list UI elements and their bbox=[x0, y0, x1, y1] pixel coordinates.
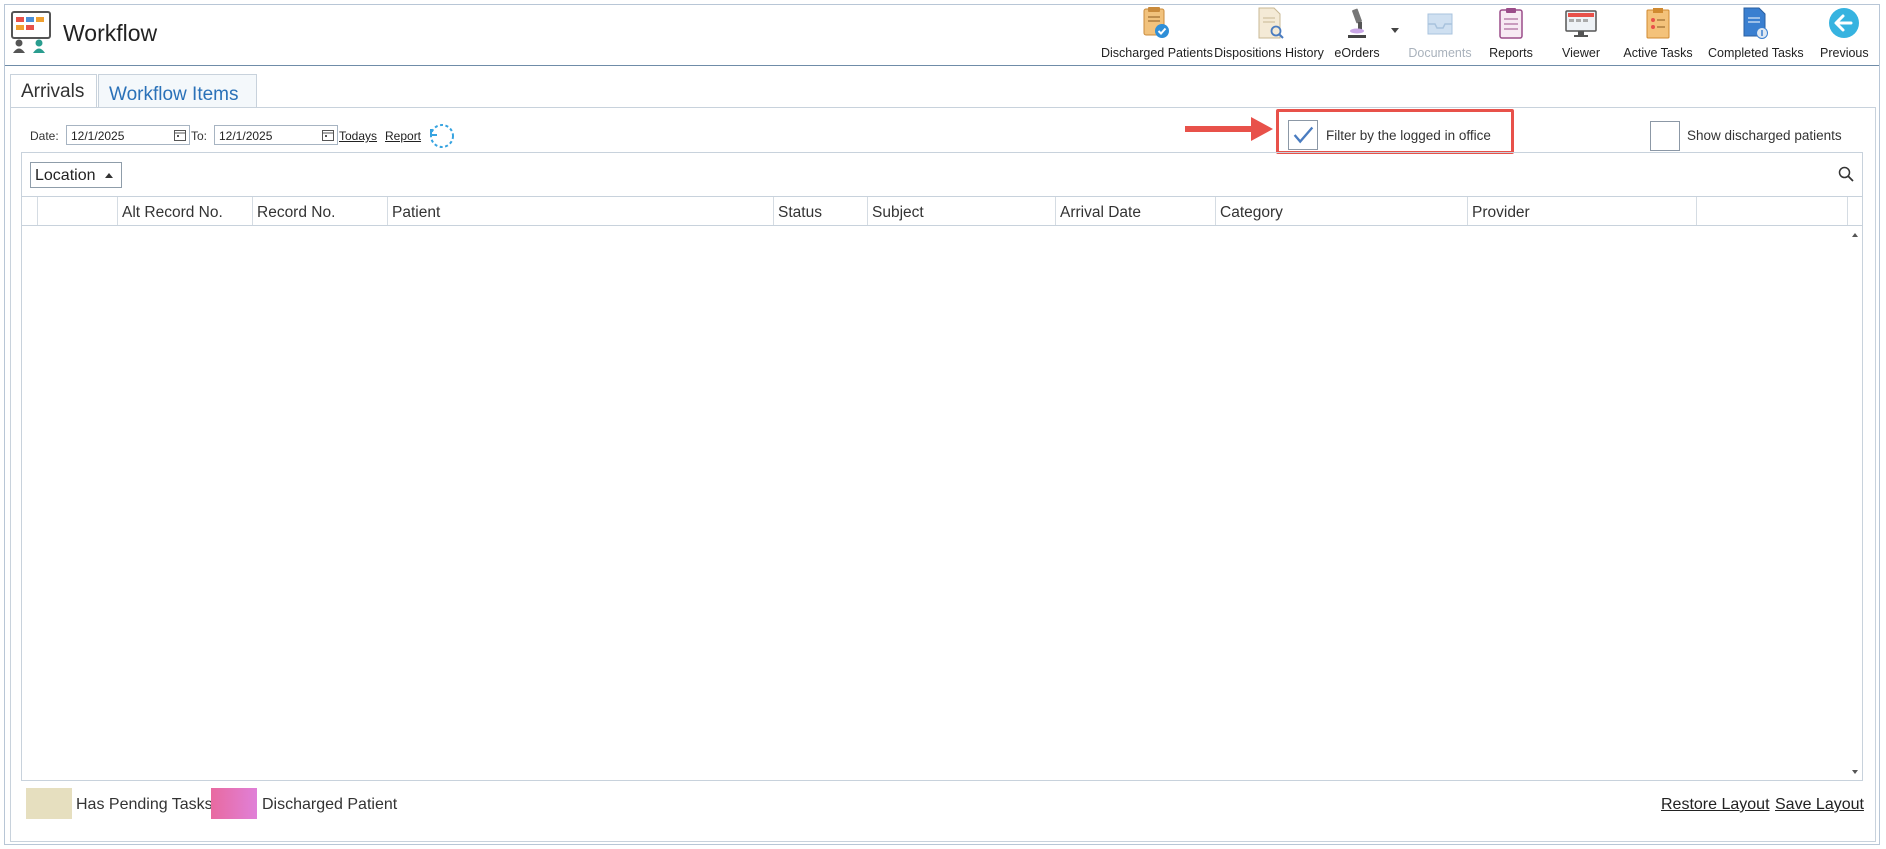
dispositions-history-button[interactable]: Dispositions History bbox=[1212, 6, 1326, 62]
dispositions-history-icon bbox=[1258, 7, 1284, 39]
calendar-icon[interactable] bbox=[322, 129, 334, 141]
checkmark-icon bbox=[1293, 126, 1314, 144]
column-header-subject[interactable]: Subject bbox=[868, 197, 1056, 225]
back-arrow-icon bbox=[1829, 8, 1859, 38]
column-header-arrival-date[interactable]: Arrival Date bbox=[1056, 197, 1216, 225]
arrivals-grid: Alt Record No. Record No. Patient Status… bbox=[21, 196, 1863, 781]
documents-tray-icon bbox=[1427, 13, 1453, 35]
scroll-up-icon[interactable] bbox=[1852, 233, 1858, 237]
monitor-icon bbox=[1565, 10, 1597, 37]
active-tasks-label: Active Tasks bbox=[1623, 46, 1693, 60]
show-discharged-checkbox[interactable] bbox=[1650, 121, 1680, 151]
eorders-label: eOrders bbox=[1334, 46, 1380, 60]
calendar-icon[interactable] bbox=[174, 129, 186, 141]
column-header-patient[interactable]: Patient bbox=[388, 197, 774, 225]
completed-tasks-icon bbox=[1743, 7, 1768, 39]
eorders-button[interactable]: eOrders bbox=[1330, 6, 1384, 62]
to-label: To: bbox=[191, 129, 208, 143]
discharged-patient-legend-label: Discharged Patient bbox=[262, 796, 398, 813]
grid-vertical-scrollbar[interactable] bbox=[1848, 225, 1862, 780]
previous-label: Previous bbox=[1820, 46, 1869, 60]
eorders-dropdown-chevron-icon[interactable] bbox=[1391, 28, 1399, 33]
column-header-category[interactable]: Category bbox=[1216, 197, 1468, 225]
grid-indicator-column bbox=[22, 197, 38, 225]
scroll-down-icon[interactable] bbox=[1852, 770, 1858, 774]
date-to-value: 12/1/2025 bbox=[219, 129, 273, 143]
pending-tasks-swatch bbox=[26, 788, 72, 819]
sort-up-icon bbox=[105, 173, 113, 178]
active-tasks-button[interactable]: Active Tasks bbox=[1623, 6, 1693, 62]
column-header-record-no[interactable]: Record No. bbox=[253, 197, 388, 225]
filter-office-label: Filter by the logged in office bbox=[1326, 128, 1491, 143]
refresh-icon[interactable] bbox=[428, 122, 456, 150]
restore-layout-link[interactable]: Restore Layout bbox=[1661, 796, 1770, 814]
dispositions-history-label: Dispositions History bbox=[1214, 46, 1324, 60]
column-header-extra bbox=[1697, 197, 1848, 225]
pending-tasks-legend-label: Has Pending Tasks bbox=[76, 796, 213, 813]
column-header-status[interactable]: Status bbox=[774, 197, 868, 225]
documents-button: Documents bbox=[1404, 6, 1476, 62]
column-header-provider[interactable]: Provider bbox=[1468, 197, 1697, 225]
location-group-button[interactable]: Location bbox=[30, 162, 122, 188]
completed-tasks-label: Completed Tasks bbox=[1708, 46, 1804, 60]
completed-tasks-button[interactable]: Completed Tasks bbox=[1708, 6, 1804, 62]
annotation-arrow-icon bbox=[1185, 117, 1273, 141]
app-title: Workflow bbox=[63, 20, 158, 46]
previous-button[interactable]: Previous bbox=[1820, 6, 1869, 62]
column-header-alt-record-no[interactable]: Alt Record No. bbox=[118, 197, 253, 225]
date-to-input[interactable]: 12/1/2025 bbox=[214, 125, 338, 145]
location-label: Location bbox=[35, 167, 96, 184]
todays-link[interactable]: Todays bbox=[339, 129, 377, 143]
documents-label: Documents bbox=[1408, 46, 1472, 60]
tab-arrivals[interactable]: Arrivals bbox=[10, 74, 97, 107]
workflow-logo-icon bbox=[11, 11, 51, 53]
date-label: Date: bbox=[30, 129, 59, 143]
group-by-area bbox=[21, 152, 1863, 196]
tab-workflow-items[interactable]: Workflow Items bbox=[98, 74, 257, 107]
active-tasks-icon bbox=[1646, 8, 1670, 39]
search-icon[interactable] bbox=[1838, 166, 1854, 182]
viewer-label: Viewer bbox=[1562, 46, 1600, 60]
microscope-icon bbox=[1348, 8, 1366, 38]
date-from-value: 12/1/2025 bbox=[71, 129, 125, 143]
grid-header: Alt Record No. Record No. Patient Status… bbox=[22, 197, 1862, 226]
discharged-patients-icon bbox=[1143, 7, 1169, 38]
date-from-input[interactable]: 12/1/2025 bbox=[66, 125, 190, 145]
reports-button[interactable]: Reports bbox=[1488, 6, 1534, 62]
show-discharged-label: Show discharged patients bbox=[1687, 128, 1842, 143]
viewer-button[interactable]: Viewer bbox=[1558, 6, 1604, 62]
grid-select-column[interactable] bbox=[38, 197, 118, 225]
save-layout-link[interactable]: Save Layout bbox=[1775, 796, 1864, 814]
filter-office-checkbox[interactable] bbox=[1288, 120, 1318, 150]
report-link[interactable]: Report bbox=[385, 129, 421, 143]
discharged-patients-label: Discharged Patients bbox=[1101, 46, 1213, 60]
reports-label: Reports bbox=[1489, 46, 1533, 60]
discharged-patients-button[interactable]: Discharged Patients bbox=[1101, 6, 1213, 62]
clipboard-icon bbox=[1499, 8, 1523, 39]
discharged-patient-swatch bbox=[211, 788, 257, 819]
